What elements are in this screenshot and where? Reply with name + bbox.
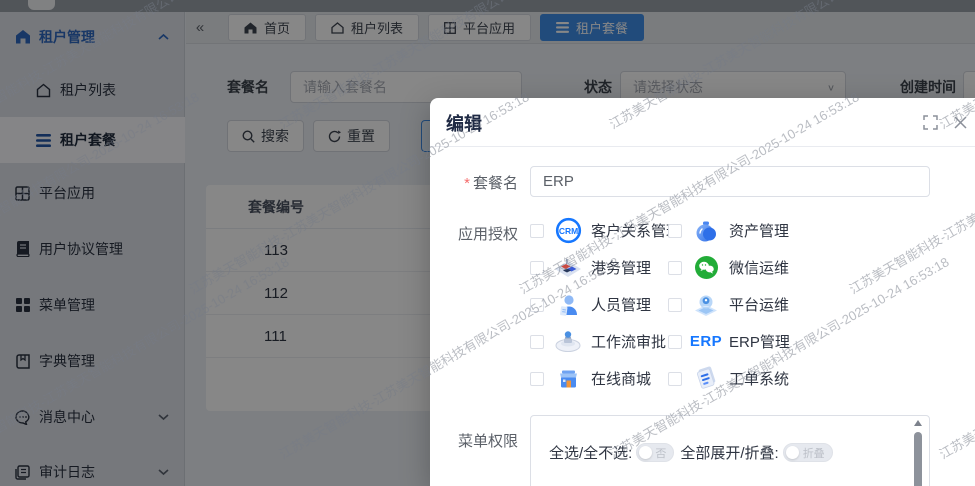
checkbox[interactable] (668, 298, 682, 312)
dialog-title: 编辑 (446, 110, 482, 136)
personnel-management-icon (553, 293, 583, 317)
app-checkbox-asset[interactable]: 资产管理 (668, 212, 789, 249)
menu-permission-label: 菜单权限 (430, 430, 518, 451)
select-all-label: 全选/全不选: (549, 442, 632, 463)
required-marker: * (464, 175, 470, 192)
app-checkbox-online-mall[interactable]: 在线商城 (530, 360, 651, 397)
checkbox[interactable] (668, 224, 682, 238)
expand-collapse-label: 全部展开/折叠: (680, 442, 778, 463)
scrollbar[interactable] (914, 420, 922, 486)
app-checkbox-work-order[interactable]: 工单系统 (668, 360, 789, 397)
checkbox[interactable] (668, 261, 682, 275)
app-auth-grid: CRM 客户关系管理 资产管理 港务管理 (530, 212, 950, 397)
package-name-label: *套餐名 (430, 172, 518, 193)
switch-knob (786, 446, 799, 459)
online-mall-icon (553, 368, 583, 390)
edit-dialog: 编辑 *套餐名 应用授权 CRM 客户关系管理 (430, 98, 975, 486)
checkbox[interactable] (530, 298, 544, 312)
checkbox[interactable] (668, 335, 682, 349)
crm-icon: CRM (553, 217, 583, 244)
scrollbar-thumb[interactable] (914, 432, 922, 486)
app-checkbox-port[interactable]: 港务管理 (530, 249, 651, 286)
app-checkbox-platform-ops[interactable]: 平台运维 (668, 286, 789, 323)
app-checkbox-personnel[interactable]: 人员管理 (530, 286, 651, 323)
checkbox[interactable] (530, 372, 544, 386)
svg-text:CRM: CRM (558, 226, 577, 236)
switch-inactive-text: 否 (655, 445, 666, 461)
platform-ops-icon (691, 292, 721, 317)
work-order-icon (691, 366, 721, 391)
dialog-header: 编辑 (430, 98, 975, 147)
port-management-icon (553, 257, 583, 279)
checkbox[interactable] (668, 372, 682, 386)
asset-management-icon (691, 219, 721, 243)
workflow-approval-icon (553, 330, 583, 353)
checkbox[interactable] (530, 261, 544, 275)
wechat-icon (691, 255, 721, 280)
app-auth-label: 应用授权 (430, 223, 518, 244)
menu-permission-box: 全选/全不选: 否 全部展开/折叠: 折叠 (530, 415, 930, 486)
app-checkbox-wechat[interactable]: 微信运维 (668, 249, 789, 286)
checkbox[interactable] (530, 335, 544, 349)
package-name-input[interactable] (530, 166, 930, 197)
checkbox[interactable] (530, 224, 544, 238)
erp-logo-icon: ERP (691, 333, 721, 350)
scroll-up-arrow-icon[interactable] (914, 420, 922, 426)
expand-collapse-switch[interactable]: 折叠 (783, 443, 833, 462)
app-checkbox-erp[interactable]: ERP ERP管理 (668, 323, 790, 360)
switch-knob (639, 446, 652, 459)
close-icon[interactable] (952, 114, 968, 130)
switch-inactive-text: 折叠 (803, 445, 825, 461)
app-checkbox-workflow[interactable]: 工作流审批 (530, 323, 666, 360)
select-all-switch[interactable]: 否 (636, 443, 674, 462)
fullscreen-icon[interactable] (922, 114, 938, 130)
app-checkbox-crm[interactable]: CRM 客户关系管理 (530, 212, 681, 249)
